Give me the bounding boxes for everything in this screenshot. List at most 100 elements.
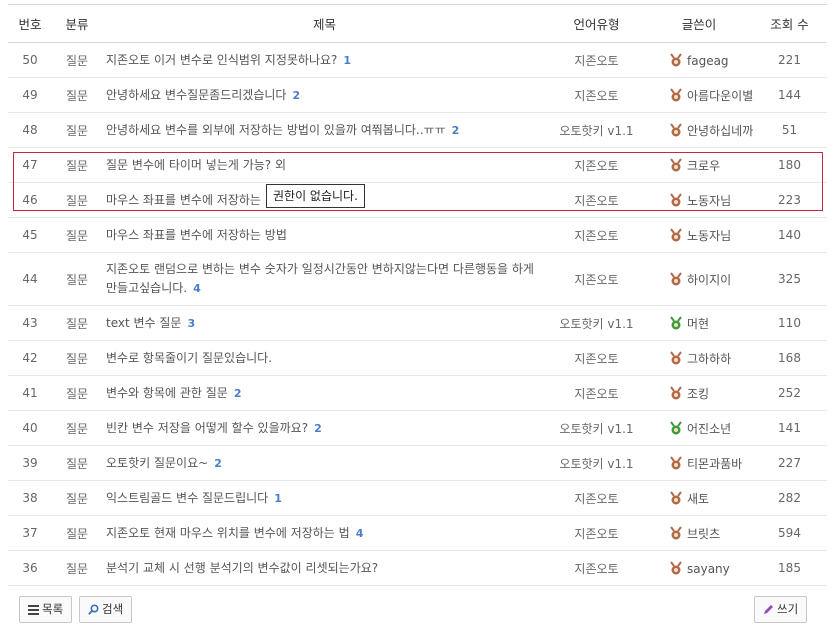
post-num: 49 — [8, 77, 52, 113]
comment-count[interactable]: 4 — [356, 527, 364, 540]
post-title-link[interactable]: text 변수 질문 — [106, 316, 181, 330]
post-title-link[interactable]: 오토핫키 질문이요~ — [106, 456, 208, 470]
post-lang: 지존오토 — [547, 515, 646, 551]
post-title-link[interactable]: 지존오토 이거 변수로 인식범위 지정못하나요? — [106, 53, 337, 67]
post-title-cell: 빈칸 변수 저장을 어떻게 할수 있을까요? 2 — [102, 410, 547, 446]
table-row[interactable]: 50 질문 지존오토 이거 변수로 인식범위 지정못하나요? 1 지존오토 fageag 2… — [8, 42, 827, 78]
post-title-link[interactable]: 안녕하세요 변수질문좀드리겠습니다 — [106, 88, 286, 102]
post-title-cell: 익스트림골드 변수 질문드립니다 1 — [102, 480, 547, 516]
post-title-link[interactable]: 익스트림골드 변수 질문드립니다 — [106, 491, 268, 505]
post-author[interactable]: 티몬과품바 — [687, 457, 742, 471]
comment-count[interactable]: 4 — [193, 282, 201, 295]
post-category: 질문 — [52, 375, 102, 411]
post-author[interactable]: sayany — [687, 562, 730, 576]
post-author[interactable]: fageag — [687, 54, 729, 68]
table-header: 번호 분류 제목 언어유형 글쓴이 조회 수 — [8, 4, 827, 43]
post-title-link[interactable]: 변수와 항목에 관한 질문 — [106, 386, 228, 400]
search-button-label: 검색 — [102, 602, 124, 616]
post-author-cell: 티몬과품바 — [646, 445, 752, 481]
post-author[interactable]: 그하하하 — [687, 352, 731, 366]
post-title-link[interactable]: 빈칸 변수 저장을 어떻게 할수 있을까요? — [106, 421, 308, 435]
post-title-link[interactable]: 질문 변수에 타이머 넣는게 가능? 외 — [106, 158, 286, 172]
comment-count[interactable]: 2 — [314, 422, 322, 435]
permission-tooltip: 권한이 없습니다. — [266, 184, 365, 208]
post-author-cell: 어진소년 — [646, 410, 752, 446]
level-icon — [669, 271, 683, 286]
post-author[interactable]: 크로우 — [687, 159, 720, 173]
header-author[interactable]: 글쓴이 — [646, 4, 752, 43]
table-row[interactable]: 46 질문 마우스 좌표를 변수에 저장하는 지존오토 노동자님 223 — [8, 182, 827, 218]
table-row[interactable]: 40 질문 빈칸 변수 저장을 어떻게 할수 있을까요? 2 오토핫키 v1.1 어진소년… — [8, 410, 827, 446]
table-row[interactable]: 42 질문 변수로 항목줄이기 질문있습니다. 지존오토 그하하하 168 — [8, 340, 827, 376]
post-author[interactable]: 브릿츠 — [687, 527, 720, 541]
comment-count[interactable]: 1 — [274, 492, 282, 505]
table-row[interactable]: 37 질문 지존오토 현재 마우스 위치를 변수에 저장하는 법 4 지존오토 브릿츠 59… — [8, 515, 827, 551]
header-num[interactable]: 번호 — [8, 4, 52, 43]
post-author-cell: 브릿츠 — [646, 515, 752, 551]
header-category[interactable]: 분류 — [52, 4, 102, 43]
level-icon — [669, 87, 683, 102]
post-title-link[interactable]: 안녕하세요 변수를 외부에 저장하는 방법이 있을까 여쭤봅니다..ㅠㅠ — [106, 123, 446, 137]
table-row[interactable]: 47 질문 질문 변수에 타이머 넣는게 가능? 외 지존오토 크로우 180 — [8, 147, 827, 183]
post-title-cell: 분석기 교체 시 선행 분석기의 변수값이 리셋되는가요? — [102, 550, 547, 586]
post-category: 질문 — [52, 515, 102, 551]
post-title-cell: 지존오토 현재 마우스 위치를 변수에 저장하는 법 4 — [102, 515, 547, 551]
post-title-cell: 오토핫키 질문이요~ 2 — [102, 445, 547, 481]
list-button[interactable]: 목록 — [19, 596, 73, 623]
post-views: 144 — [752, 77, 827, 113]
post-title-link[interactable]: 분석기 교체 시 선행 분석기의 변수값이 리셋되는가요? — [106, 561, 378, 575]
post-author[interactable]: 조킹 — [687, 387, 709, 401]
search-icon — [88, 604, 99, 615]
post-title-link[interactable]: 변수로 항목줄이기 질문있습니다. — [106, 351, 272, 365]
table-row[interactable]: 41 질문 변수와 항목에 관한 질문 2 지존오토 조킹 252 — [8, 375, 827, 411]
post-title-link[interactable]: 지존오토 랜덤으로 변하는 변수 숫자가 일정시간동안 변하지않는다면 다른행동… — [106, 262, 534, 295]
post-author[interactable]: 안녕하십네까 — [687, 124, 753, 138]
post-author[interactable]: 하이지이 — [687, 273, 731, 287]
table-row[interactable]: 45 질문 마우스 좌표를 변수에 저장하는 방법 지존오토 노동자님 140 — [8, 217, 827, 253]
header-views[interactable]: 조회 수 — [752, 4, 827, 43]
post-author[interactable]: 아름다운이별 — [687, 89, 753, 103]
table-row[interactable]: 43 질문 text 변수 질문 3 오토핫키 v1.1 머현 110 — [8, 305, 827, 341]
search-button[interactable]: 검색 — [79, 596, 133, 623]
table-row[interactable]: 48 질문 안녕하세요 변수를 외부에 저장하는 방법이 있을까 여쭤봅니다..ㅠㅠ… — [8, 112, 827, 148]
table-row[interactable]: 39 질문 오토핫키 질문이요~ 2 오토핫키 v1.1 티몬과품바 227 — [8, 445, 827, 481]
post-author[interactable]: 어진소년 — [687, 422, 731, 436]
post-author-cell: 새토 — [646, 480, 752, 516]
list-button-label: 목록 — [42, 602, 64, 616]
header-lang[interactable]: 언어유형 — [547, 4, 646, 43]
post-author[interactable]: 새토 — [687, 492, 709, 506]
table-row[interactable]: 38 질문 익스트림골드 변수 질문드립니다 1 지존오토 새토 282 — [8, 480, 827, 516]
post-title-cell: 안녕하세요 변수를 외부에 저장하는 방법이 있을까 여쭤봅니다..ㅠㅠ 2 — [102, 112, 547, 148]
table-row[interactable]: 36 질문 분석기 교체 시 선행 분석기의 변수값이 리셋되는가요? 지존오토 say… — [8, 550, 827, 586]
post-num: 39 — [8, 445, 52, 481]
comment-count[interactable]: 1 — [343, 54, 351, 67]
post-author[interactable]: 노동자님 — [687, 229, 731, 243]
post-num: 48 — [8, 112, 52, 148]
post-title-link[interactable]: 마우스 좌표를 변수에 저장하는 — [106, 193, 261, 207]
post-title-cell: 변수로 항목줄이기 질문있습니다. — [102, 340, 547, 376]
post-num: 38 — [8, 480, 52, 516]
comment-count[interactable]: 2 — [214, 457, 222, 470]
post-title-cell: 질문 변수에 타이머 넣는게 가능? 외 — [102, 147, 547, 183]
comment-count[interactable]: 2 — [292, 89, 300, 102]
post-lang: 지존오토 — [547, 550, 646, 586]
level-icon — [669, 490, 683, 505]
post-category: 질문 — [52, 182, 102, 218]
comment-count[interactable]: 2 — [234, 387, 242, 400]
post-lang: 오토핫키 v1.1 — [547, 305, 646, 341]
level-icon — [669, 157, 683, 172]
post-title-link[interactable]: 마우스 좌표를 변수에 저장하는 방법 — [106, 228, 287, 242]
table-row[interactable]: 44 질문 지존오토 랜덤으로 변하는 변수 숫자가 일정시간동안 변하지않는다면 … — [8, 252, 827, 306]
post-author[interactable]: 머현 — [687, 317, 709, 331]
post-lang: 지존오토 — [547, 77, 646, 113]
post-author[interactable]: 노동자님 — [687, 194, 731, 208]
post-views: 141 — [752, 410, 827, 446]
table-row[interactable]: 49 질문 안녕하세요 변수질문좀드리겠습니다 2 지존오토 아름다운이별 144 — [8, 77, 827, 113]
post-lang: 지존오토 — [547, 375, 646, 411]
comment-count[interactable]: 3 — [187, 317, 195, 330]
post-num: 46 — [8, 182, 52, 218]
comment-count[interactable]: 2 — [452, 124, 460, 137]
post-title-link[interactable]: 지존오토 현재 마우스 위치를 변수에 저장하는 법 — [106, 526, 350, 540]
write-button[interactable]: 쓰기 — [754, 596, 808, 623]
header-title[interactable]: 제목 — [102, 4, 547, 43]
